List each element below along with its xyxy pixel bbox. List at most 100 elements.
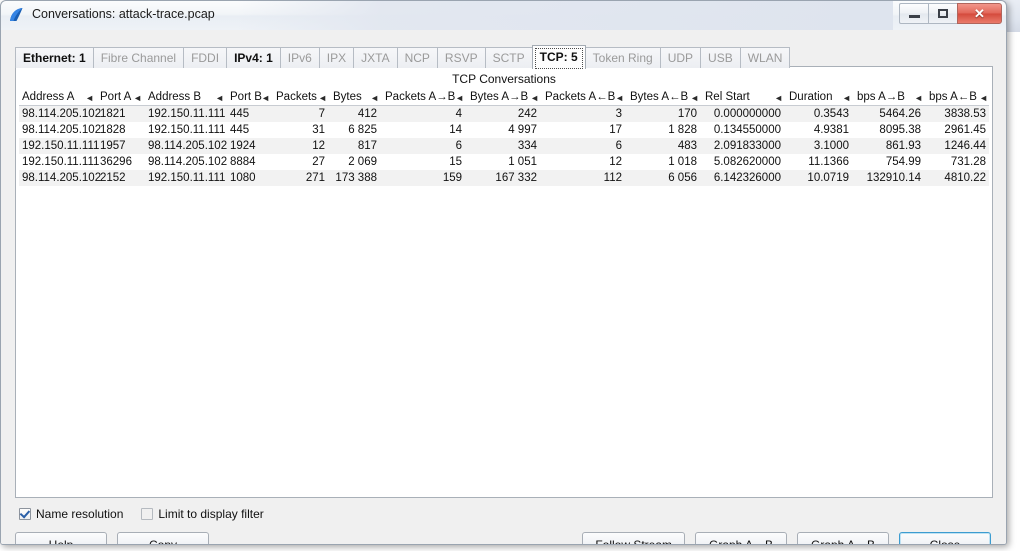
tab-sctp: SCTP xyxy=(484,47,533,68)
column-sort-arrow-icon[interactable]: ◄ xyxy=(774,94,783,103)
tab-ethernet-1[interactable]: Ethernet: 1 xyxy=(15,47,94,68)
checkbox-box-name-resolution[interactable] xyxy=(19,508,31,520)
column-sort-arrow-icon[interactable]: ◄ xyxy=(261,94,270,103)
column-header-bytes-a-b[interactable]: Bytes A→B ◄ xyxy=(467,90,542,106)
cell-rel_start: 0.000000000 xyxy=(702,105,786,122)
copy-button[interactable]: Copy xyxy=(117,532,209,544)
column-header-duration[interactable]: Duration ◄ xyxy=(786,90,854,106)
maximize-icon xyxy=(938,9,948,18)
close-window-button[interactable]: ✕ xyxy=(957,3,1002,24)
conversations-table: Address A ◄ Port A ◄ Address B ◄ Port B ◄ Packet… xyxy=(19,90,989,186)
column-header-rel-start[interactable]: Rel Start ◄ xyxy=(702,90,786,106)
column-header-packets[interactable]: Packets ◄ xyxy=(273,90,330,106)
cell-bytes: 173 388 xyxy=(330,170,382,186)
cell-bytes_ab: 242 xyxy=(467,105,542,122)
cell-packets: 271 xyxy=(273,170,330,186)
tab-ipv4-1[interactable]: IPv4: 1 xyxy=(226,47,281,68)
column-header-port-b[interactable]: Port B ◄ xyxy=(227,90,273,106)
column-header-label: Bytes xyxy=(333,91,362,103)
column-sort-arrow-icon[interactable]: ◄ xyxy=(85,94,94,103)
column-header-label: Rel Start xyxy=(705,91,750,103)
cell-packets: 27 xyxy=(312,156,325,168)
cell-bps_ba: 4810.22 xyxy=(926,170,989,186)
cell-address_b: 192.150.11.111 xyxy=(148,124,226,136)
cell-duration: 0.3543 xyxy=(786,105,854,122)
column-sort-arrow-icon[interactable]: ◄ xyxy=(690,94,699,103)
column-header-address-a[interactable]: Address A ◄ xyxy=(19,90,97,106)
cell-duration: 10.0719 xyxy=(786,170,854,186)
cell-bytes_ba: 483 xyxy=(627,138,702,154)
window-title: Conversations: attack-trace.pcap xyxy=(32,7,215,21)
tab-token-ring: Token Ring xyxy=(584,47,661,68)
column-header-label: Bytes A→B xyxy=(470,91,529,103)
title-bar-fade xyxy=(237,1,893,30)
cell-packets_ba: 112 xyxy=(542,170,627,186)
column-sort-arrow-icon[interactable]: ◄ xyxy=(455,94,464,103)
column-header-packets-a-b[interactable]: Packets A←B ◄ xyxy=(542,90,627,106)
cell-port_a: 1821 xyxy=(97,105,145,122)
column-sort-arrow-icon[interactable]: ◄ xyxy=(979,94,988,103)
table-row[interactable]: 192.150.11.111 1957 98.114.205.102 1924 12 81… xyxy=(19,138,989,154)
table-row[interactable]: 98.114.205.102 2152 192.150.11.111 1080 271 1… xyxy=(19,170,989,186)
follow-stream-button[interactable]: Follow Stream xyxy=(582,532,685,544)
name-resolution-checkbox[interactable]: Name resolution xyxy=(19,507,123,521)
cell-rel_start: 0.134550000 xyxy=(713,124,781,136)
column-sort-arrow-icon[interactable]: ◄ xyxy=(914,94,923,103)
column-sort-arrow-icon[interactable]: ◄ xyxy=(842,94,851,103)
tab-label: USB xyxy=(708,51,733,65)
tab-label: WLAN xyxy=(747,51,783,65)
table-row[interactable]: 98.114.205.102 1821 192.150.11.111 445 7 412 4… xyxy=(19,105,989,122)
cell-packets_ab: 15 xyxy=(449,156,462,168)
table-row[interactable]: 98.114.205.102 1828 192.150.11.111 445 31 6 8… xyxy=(19,122,989,138)
limit-to-display-filter-checkbox[interactable]: Limit to display filter xyxy=(141,507,264,521)
cell-address_a: 98.114.205.102 xyxy=(19,105,101,122)
tab-label: JXTA xyxy=(361,51,390,65)
column-header-bps-a-b[interactable]: bps A→B ◄ xyxy=(854,90,926,106)
maximize-button[interactable] xyxy=(928,3,957,24)
graph-b-to-a-button[interactable]: Graph A←B xyxy=(797,532,889,544)
column-header-label: Bytes A←B xyxy=(630,91,689,103)
tab-label: FDDI xyxy=(191,51,220,65)
column-header-bps-a-b[interactable]: bps A←B ◄ xyxy=(926,90,989,106)
column-header-label: Packets A→B xyxy=(385,91,456,103)
column-sort-arrow-icon[interactable]: ◄ xyxy=(370,94,379,103)
cell-port_b: 1924 xyxy=(227,138,273,154)
column-sort-arrow-icon[interactable]: ◄ xyxy=(133,94,142,103)
title-bar[interactable]: Conversations: attack-trace.pcap ✕ xyxy=(1,1,1006,31)
cell-duration: 4.9381 xyxy=(813,124,849,136)
cell-bps_ba: 3838.53 xyxy=(926,105,989,122)
cell-address_a: 192.150.11.111 xyxy=(19,138,99,154)
graph-a-to-b-button[interactable]: Graph A→B xyxy=(695,532,787,544)
cell-bps_ba: 731.28 xyxy=(950,156,986,168)
column-header-bytes-a-b[interactable]: Bytes A←B ◄ xyxy=(627,90,702,106)
column-sort-arrow-icon[interactable]: ◄ xyxy=(530,94,539,103)
tab-label: UDP xyxy=(667,51,694,65)
column-sort-arrow-icon[interactable]: ◄ xyxy=(615,94,624,103)
conversations-table-container[interactable]: Address A ◄ Port A ◄ Address B ◄ Port B ◄ Packet… xyxy=(19,90,989,494)
cell-packets_ba: 6 xyxy=(542,138,627,154)
table-row[interactable]: 192.150.11.111 36296 98.114.205.102 8884 27 2… xyxy=(19,154,989,170)
column-header-packets-a-b[interactable]: Packets A→B ◄ xyxy=(382,90,467,106)
tab-label: IPX xyxy=(326,51,347,65)
tab-tcp-5[interactable]: TCP: 5 xyxy=(531,45,586,69)
column-header-bytes[interactable]: Bytes ◄ xyxy=(330,90,382,106)
column-header-label: Port A xyxy=(100,91,132,103)
help-button-label-rest: elp xyxy=(57,537,74,545)
minimize-button[interactable] xyxy=(899,3,928,24)
checkbox-box-limit-filter[interactable] xyxy=(141,508,154,520)
cell-packets: 12 xyxy=(273,138,330,154)
column-sort-arrow-icon[interactable]: ◄ xyxy=(215,94,224,103)
column-header-address-b[interactable]: Address B ◄ xyxy=(145,90,227,106)
column-sort-arrow-icon[interactable]: ◄ xyxy=(318,94,327,103)
cell-bps_ab: 861.93 xyxy=(854,138,926,154)
name-resolution-label: Name resolution xyxy=(36,507,124,521)
column-header-port-a[interactable]: Port A ◄ xyxy=(97,90,145,106)
cell-bytes_ab: 4 997 xyxy=(508,124,537,136)
options-row: Name resolution Limit to display filter xyxy=(19,507,264,521)
cell-bps_ab: 8095.38 xyxy=(879,124,921,136)
tab-fddi: FDDI xyxy=(183,47,228,68)
help-button[interactable]: Help xyxy=(15,532,107,545)
tab-ipv6: IPv6 xyxy=(279,47,320,68)
close-button[interactable]: Close xyxy=(899,532,991,544)
tab-label: IPv6 xyxy=(287,51,312,65)
